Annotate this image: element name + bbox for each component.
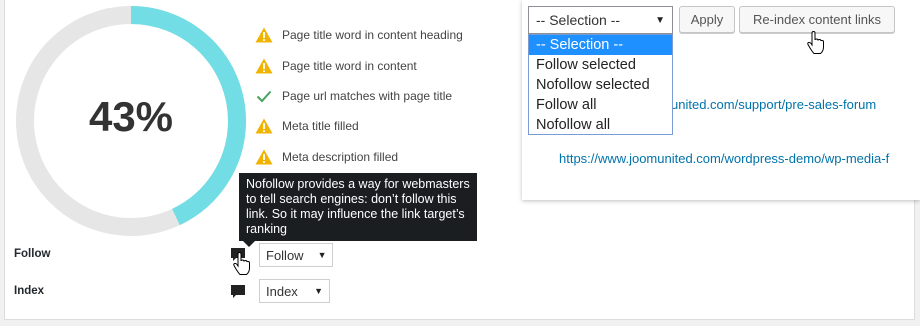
dropdown-option[interactable]: Follow selected [529, 55, 672, 75]
index-select-value: Index [266, 283, 298, 299]
follow-label: Follow [14, 248, 51, 260]
check-item: Page url matches with page title [254, 81, 463, 111]
check-item: Meta description filled [254, 142, 463, 172]
link-url[interactable]: united.com/support/pre-sales-forum [671, 97, 876, 112]
check-label: Page title word in content heading [282, 28, 463, 43]
comment-icon[interactable] [230, 284, 246, 300]
bulk-action-select[interactable]: -- Selection -- ▼ [528, 6, 673, 34]
follow-select[interactable]: Follow ▼ [259, 243, 333, 267]
follow-select-value: Follow [266, 247, 304, 263]
index-select[interactable]: Index ▼ [259, 279, 330, 303]
seo-checklist: Page title word in content heading Page … [254, 20, 463, 172]
dropdown-option[interactable]: Nofollow selected [529, 75, 672, 95]
warning-icon [254, 148, 274, 166]
index-label: Index [14, 285, 45, 297]
score-percent: 43% [88, 93, 174, 140]
check-item: Page title word in content [254, 50, 463, 80]
link-url[interactable]: https://www.joomunited.com/wordpress-dem… [559, 151, 889, 166]
check-label: Page url matches with page title [282, 88, 453, 103]
chevron-down-icon: ▼ [317, 250, 327, 260]
chevron-down-icon: ▼ [655, 14, 665, 26]
check-label: Meta description filled [282, 149, 399, 164]
reindex-button[interactable]: Re-index content links [739, 6, 895, 33]
check-label: Page title word in content [282, 58, 417, 73]
dropdown-option[interactable]: -- Selection -- [529, 35, 672, 55]
bulk-action-dropdown: -- Selection -- Follow selected Nofollow… [528, 34, 673, 135]
check-item: Meta title filled [254, 111, 463, 141]
warning-icon [254, 26, 274, 44]
warning-icon [254, 117, 274, 135]
check-item: Page title word in content heading [254, 20, 463, 50]
apply-button[interactable]: Apply [679, 6, 735, 33]
bulk-select-value: -- Selection -- [536, 12, 621, 28]
nofollow-tooltip: Nofollow provides a way for webmasters t… [239, 173, 477, 247]
dropdown-option[interactable]: Nofollow all [529, 115, 672, 135]
chevron-down-icon: ▼ [314, 286, 323, 296]
check-icon [254, 87, 274, 105]
hand-cursor-icon [807, 31, 824, 54]
warning-icon [254, 57, 274, 75]
dropdown-option[interactable]: Follow all [529, 95, 672, 115]
hand-cursor-icon [233, 252, 250, 275]
check-label: Meta title filled [282, 119, 359, 134]
